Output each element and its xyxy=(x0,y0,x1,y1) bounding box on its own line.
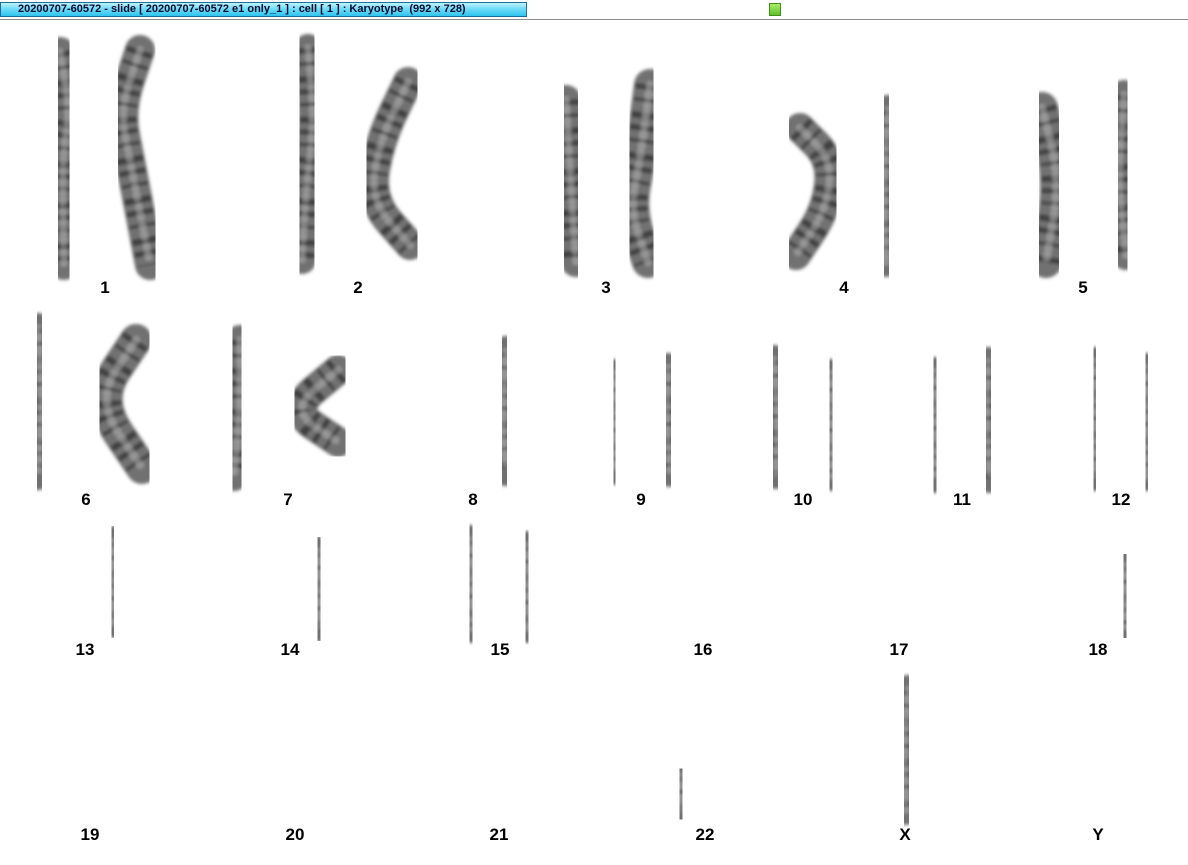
chromosome-15-b[interactable] xyxy=(511,531,543,643)
chromosome-9-b[interactable] xyxy=(651,353,685,487)
chromosome-5-a[interactable] xyxy=(1026,92,1073,278)
chromosome-label: 22 xyxy=(695,825,715,844)
chromosome-label: 15 xyxy=(490,640,510,659)
title-bar: 20200707-60572 - slide [ 20200707-60572 … xyxy=(0,0,1188,20)
chromosome-label: 5 xyxy=(1078,278,1088,297)
chromosome-9-a[interactable] xyxy=(599,359,630,485)
chromosome-label: 4 xyxy=(839,278,849,297)
chromosome-label: 18 xyxy=(1088,640,1108,659)
chromosome-5-b[interactable] xyxy=(1104,80,1141,270)
chromosome-label: 17 xyxy=(889,640,909,659)
chromosome-label: 20 xyxy=(285,825,305,844)
chromosome-6-b[interactable] xyxy=(90,324,158,484)
chromosome-22-a[interactable] xyxy=(666,762,696,826)
chromosome-label: 6 xyxy=(81,490,91,509)
chromosome-label: 10 xyxy=(793,490,813,509)
chromosome-label: 14 xyxy=(280,640,300,659)
chromosome-label: X xyxy=(899,825,911,844)
chromosome-X-a[interactable] xyxy=(889,675,923,825)
chromosome-7-b[interactable] xyxy=(287,355,353,457)
chromosome-label: 1 xyxy=(100,278,110,297)
chromosome-label: 7 xyxy=(283,490,293,509)
chromosome-label: 9 xyxy=(636,490,646,509)
chromosome-label: 21 xyxy=(489,825,509,844)
chromosome-4-b[interactable] xyxy=(869,95,903,277)
karyotype-window: 20200707-60572 - slide [ 20200707-60572 … xyxy=(0,0,1188,865)
chromosome-13-b[interactable] xyxy=(96,526,130,638)
chromosome-label: 12 xyxy=(1111,490,1131,509)
chromosome-12-a[interactable] xyxy=(1079,347,1111,491)
chromosome-label: 13 xyxy=(75,640,95,659)
chromosome-11-a[interactable] xyxy=(919,357,951,493)
window-title-tab[interactable]: 20200707-60572 - slide [ 20200707-60572 … xyxy=(0,2,527,17)
chromosome-4-a[interactable] xyxy=(781,113,845,270)
chromosome-2-b[interactable] xyxy=(359,67,425,260)
chromosome-14-b[interactable] xyxy=(302,536,336,642)
chromosome-15-a[interactable] xyxy=(455,525,487,643)
chromosome-label: 16 xyxy=(693,640,713,659)
chromosome-18-b[interactable] xyxy=(1109,551,1141,641)
chromosome-2-a[interactable] xyxy=(288,34,327,274)
chromosome-drawing xyxy=(23,34,1163,827)
status-indicator-icon xyxy=(769,3,781,16)
chromosome-6-a[interactable] xyxy=(23,313,56,490)
chromosome-8-b[interactable] xyxy=(487,336,522,486)
chromosome-label: 8 xyxy=(468,490,478,509)
chromosome-12-b[interactable] xyxy=(1131,353,1163,491)
chromosome-1-b[interactable] xyxy=(108,35,165,280)
chromosome-1-a[interactable] xyxy=(45,37,83,280)
chromosome-10-a[interactable] xyxy=(759,345,793,489)
chromosome-7-a[interactable] xyxy=(219,325,255,491)
chromosome-11-b[interactable] xyxy=(971,347,1005,493)
chromosome-10-b[interactable] xyxy=(815,359,847,491)
chromosome-3-a[interactable] xyxy=(551,85,591,277)
chromosome-label: 2 xyxy=(353,278,363,297)
chromosome-label: Y xyxy=(1092,825,1104,844)
chromosome-label: 3 xyxy=(601,278,611,297)
chromosome-label: 19 xyxy=(80,825,100,844)
chromosome-3-b[interactable] xyxy=(617,69,666,278)
chromosome-label: 11 xyxy=(953,490,971,509)
karyotype-canvas: 1 2 3 4 5 6 7 8 9 10 11 12 13 14 15 16 17 18 19 20 21 22 X Y xyxy=(0,20,1188,865)
